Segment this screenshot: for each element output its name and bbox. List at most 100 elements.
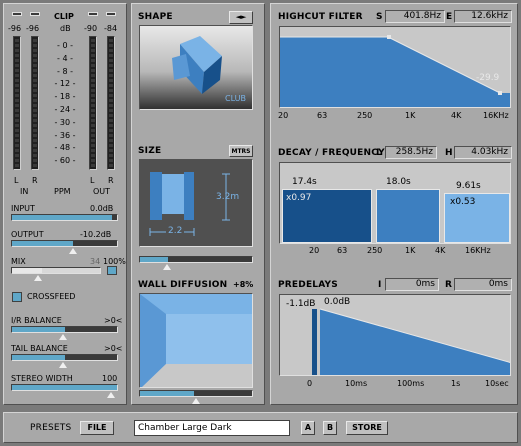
- store-button[interactable]: STORE: [346, 421, 388, 435]
- shape-arrows-button[interactable]: ◄►: [229, 11, 253, 24]
- predelay-graph[interactable]: -1.1dB 0.0dB: [279, 294, 511, 376]
- clip-led-out-l[interactable]: [88, 12, 98, 16]
- decay-h-label: H: [445, 148, 453, 158]
- meters-panel: -96 -96 -90 -84 CLIP dB - 0 - - 4 - - 8 - -…: [3, 3, 127, 405]
- decay-mid-time: 18.0s: [386, 177, 411, 187]
- eq-panel: HIGHCUT FILTER S 401.8Hz E 12.6kHz -29.9…: [270, 3, 518, 405]
- size-slider-thumb[interactable]: [163, 264, 171, 270]
- axis-tick-label: 100ms: [397, 379, 425, 388]
- meter-scale-label: - 18 -: [54, 92, 76, 102]
- input-slider-fill: [12, 215, 112, 220]
- output-slider[interactable]: [11, 240, 118, 247]
- highcut-end-readout[interactable]: 12.6kHz: [454, 10, 512, 23]
- mix-max: 100%: [103, 257, 126, 266]
- highcut-e-label: E: [446, 12, 453, 22]
- meter-scale-label: - 36 -: [54, 130, 76, 140]
- axis-tick-label: 1K: [405, 111, 416, 120]
- wall-diffusion-display: [139, 293, 253, 388]
- stereo-width-slider[interactable]: [11, 384, 118, 391]
- units-button[interactable]: MTRS: [229, 145, 253, 157]
- in-label: IN: [20, 187, 29, 196]
- b-button[interactable]: B: [323, 421, 337, 435]
- preset-name-field[interactable]: Chamber Large Dark: [134, 420, 290, 436]
- size-display[interactable]: 3.2m 2.2: [139, 159, 253, 247]
- db-label: dB: [60, 24, 71, 33]
- meter-scale-label: - 8 -: [57, 66, 73, 76]
- decay-low-time: 17.4s: [292, 177, 317, 187]
- wall-diffusion-title: WALL DIFFUSION: [138, 280, 228, 290]
- highcut-graph[interactable]: -29.9: [279, 26, 511, 108]
- predelays-r-label: R: [445, 280, 453, 290]
- decay-graph[interactable]: 17.4s x0.97 18.0s 9.61s x0.53: [279, 162, 511, 244]
- meter-scale-label: - 0 -: [57, 41, 73, 50]
- out-l-label: L: [90, 176, 95, 185]
- axis-tick-label: 4K: [435, 246, 446, 255]
- input-label: INPUT: [11, 204, 35, 213]
- output-slider-fill: [12, 241, 73, 246]
- tail-balance-label: TAIL BALANCE: [11, 344, 68, 353]
- ir-balance-slider[interactable]: [11, 326, 118, 333]
- in-l-label: L: [14, 176, 19, 185]
- room-name: CLUB: [225, 94, 246, 103]
- in-r-label: R: [32, 176, 38, 185]
- wall-diffusion-value: +8%: [233, 280, 254, 289]
- highcut-start-readout[interactable]: 401.8Hz: [385, 10, 445, 23]
- ir-balance-slider-fill: [12, 327, 65, 332]
- crossfeed-label: CROSSFEED: [27, 292, 76, 301]
- decay-high-mult: x0.53: [450, 197, 476, 207]
- highcut-s-label: S: [376, 12, 383, 22]
- output-value: -10.2dB: [80, 230, 112, 239]
- axis-tick-label: 250: [367, 246, 383, 255]
- output-slider-thumb[interactable]: [69, 248, 77, 254]
- tail-balance-value: >0<: [104, 344, 123, 353]
- meter-scale-label: - 48 -: [54, 143, 76, 153]
- clip-led-in-l[interactable]: [12, 12, 22, 16]
- axis-tick-label: 16KHz: [465, 246, 491, 255]
- width-value: 2.2: [166, 226, 185, 236]
- shape-display[interactable]: CLUB: [139, 25, 253, 110]
- size-slider[interactable]: [139, 256, 253, 263]
- meter-scale-label: - 4 -: [57, 53, 73, 63]
- stereo-width-slider-fill: [12, 385, 117, 390]
- out-l-peak: -90: [84, 24, 98, 33]
- wall-diffusion-thumb[interactable]: [192, 398, 200, 404]
- in-l-peak: -96: [8, 24, 22, 33]
- clip-led-out-r[interactable]: [106, 12, 116, 16]
- mix-slider-thumb[interactable]: [34, 275, 42, 281]
- in-r-peak: -96: [26, 24, 40, 33]
- decay-low-freq-readout[interactable]: 258.5Hz: [385, 146, 437, 159]
- meter-out-l: [89, 36, 97, 170]
- tail-balance-slider[interactable]: [11, 354, 118, 361]
- file-button[interactable]: FILE: [80, 421, 114, 435]
- highcut-curve: [280, 35, 510, 107]
- axis-tick-label: 63: [337, 246, 348, 255]
- ir-balance-thumb[interactable]: [59, 334, 67, 340]
- axis-tick-label: 20: [278, 111, 289, 120]
- decay-high-time: 9.61s: [456, 181, 481, 191]
- a-button[interactable]: A: [301, 421, 315, 435]
- clip-led-in-r[interactable]: [30, 12, 40, 16]
- decay-high-freq-readout[interactable]: 4.03kHz: [454, 146, 512, 159]
- input-slider[interactable]: [11, 214, 118, 221]
- mix-slider[interactable]: [11, 267, 101, 274]
- mix-full-button[interactable]: [107, 266, 117, 275]
- ppm-label: PPM: [54, 187, 71, 196]
- decay-mid-band[interactable]: [376, 189, 440, 243]
- stereo-width-thumb[interactable]: [107, 392, 115, 398]
- crossfeed-checkbox[interactable]: [12, 292, 22, 302]
- stereo-width-label: STEREO WIDTH: [11, 374, 73, 383]
- out-label: OUT: [93, 187, 111, 196]
- predelay-r-readout[interactable]: 0ms: [454, 278, 512, 291]
- meter-scale-label: - 24 -: [54, 105, 76, 114]
- preset-name: Chamber Large Dark: [138, 423, 232, 433]
- predelay-i-readout[interactable]: 0ms: [385, 278, 439, 291]
- stereo-width-value: 100: [102, 374, 118, 383]
- mix-value: 34: [90, 257, 101, 266]
- size-graphic: [149, 172, 230, 236]
- tail-balance-thumb[interactable]: [59, 362, 67, 368]
- highcut-end-level: -29.9: [476, 73, 500, 83]
- tail-balance-slider-fill: [12, 355, 65, 360]
- wall-diffusion-slider[interactable]: [139, 390, 253, 397]
- meter-in-l: [13, 36, 21, 170]
- ir-balance-value: >0<: [104, 316, 123, 325]
